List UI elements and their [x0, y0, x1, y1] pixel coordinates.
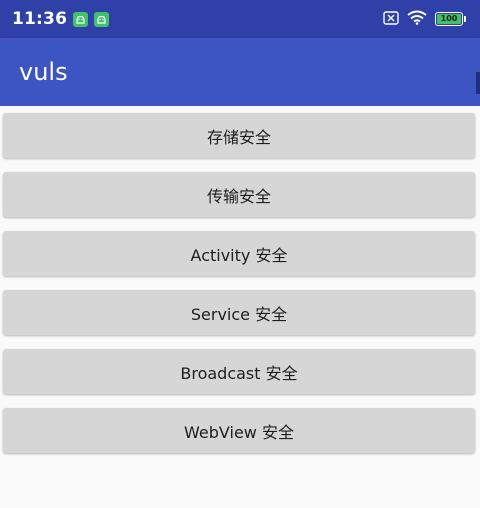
status-bar: 11:36 100 — [0, 0, 480, 38]
battery-tip — [464, 16, 466, 22]
status-right: 100 — [383, 10, 466, 29]
broadcast-security-button[interactable]: Broadcast 安全 — [3, 349, 475, 394]
android-notification-icon — [94, 11, 110, 27]
battery-body: 100 — [435, 12, 463, 26]
battery-level: 100 — [437, 14, 461, 24]
app-bar: vuls — [0, 38, 480, 106]
no-sim-icon — [383, 10, 399, 29]
activity-security-button[interactable]: Activity 安全 — [3, 231, 475, 276]
wifi-icon — [407, 10, 427, 29]
service-security-button[interactable]: Service 安全 — [3, 290, 475, 335]
storage-security-button[interactable]: 存储安全 — [3, 113, 475, 158]
app-title: vuls — [19, 58, 68, 86]
transport-security-button[interactable]: 传输安全 — [3, 172, 475, 217]
edge-handle[interactable] — [476, 72, 480, 94]
webview-security-button[interactable]: WebView 安全 — [3, 408, 475, 453]
status-time: 11:36 — [12, 9, 68, 29]
battery-icon: 100 — [435, 12, 466, 26]
status-left: 11:36 — [12, 9, 110, 29]
android-notification-icon — [73, 11, 89, 27]
button-list: 存储安全 传输安全 Activity 安全 Service 安全 Broadca… — [0, 106, 480, 508]
